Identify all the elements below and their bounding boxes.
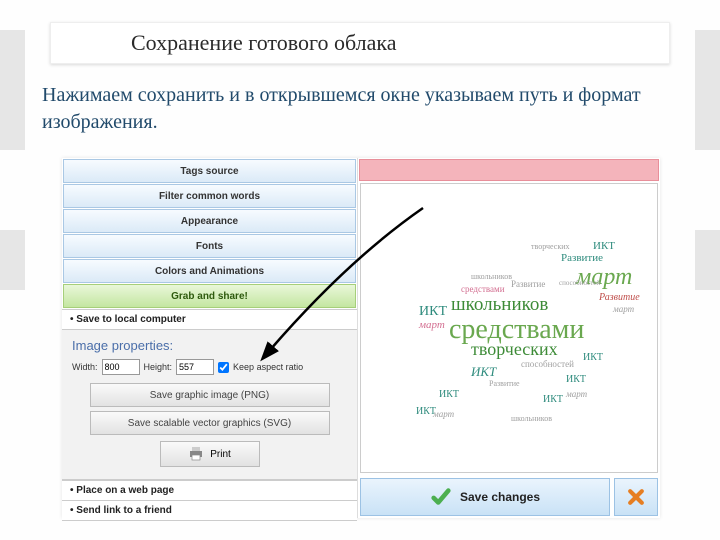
cloud-word: способностей (559, 279, 600, 287)
save-local-body: Image properties: Width: Height: Keep as… (62, 330, 357, 480)
cloud-word: ИКТ (543, 394, 563, 405)
app-screenshot: Tags source Filter common words Appearan… (62, 158, 660, 518)
section-save-local[interactable]: • Save to local computer (62, 309, 357, 330)
slide-title: Сохранение готового облака (50, 22, 670, 64)
accordion-appearance[interactable]: Appearance (63, 209, 356, 233)
section-place-web[interactable]: • Place on a web page (62, 480, 357, 501)
cloud-word: средствами (461, 284, 505, 294)
section-send-link[interactable]: • Send link to a friend (62, 501, 357, 521)
accordion-colors-animations[interactable]: Colors and Animations (63, 259, 356, 283)
accordion-filter-words[interactable]: Filter common words (63, 184, 356, 208)
cloud-word: ИКТ (471, 364, 496, 380)
cloud-word: Развитие (489, 379, 520, 388)
right-panel: средствамишкольниковтворческихмартРазвит… (358, 158, 660, 518)
cancel-button[interactable] (614, 478, 658, 516)
cloud-word: Развитие (561, 252, 603, 264)
accordion-grab-share[interactable]: Grab and share! (63, 284, 356, 308)
left-panel: Tags source Filter common words Appearan… (62, 158, 358, 518)
width-input[interactable] (102, 359, 140, 375)
deco-bar-right-2 (695, 230, 720, 290)
print-button[interactable]: Print (160, 441, 260, 467)
slide-instruction: Нажимаем сохранить и в открывшемся окне … (42, 82, 682, 136)
deco-bar-right-1 (695, 30, 720, 150)
print-label: Print (210, 449, 231, 460)
cloud-word: школьников (511, 414, 552, 423)
footer-row: Save changes (360, 478, 658, 516)
word-cloud-preview: средствамишкольниковтворческихмартРазвит… (360, 183, 658, 473)
save-changes-label: Save changes (460, 490, 540, 504)
height-input[interactable] (176, 359, 214, 375)
cloud-word: март (433, 409, 454, 419)
cloud-word: школьников (451, 294, 548, 316)
cloud-word: март (613, 304, 634, 314)
image-properties-label: Image properties: (72, 338, 347, 353)
cloud-word: способностей (521, 359, 574, 369)
preview-top-bar (359, 159, 659, 181)
accordion-fonts[interactable]: Fonts (63, 234, 356, 258)
accordion-tags-source[interactable]: Tags source (63, 159, 356, 183)
dimension-row: Width: Height: Keep aspect ratio (72, 359, 347, 375)
cloud-word: ИКТ (439, 389, 459, 400)
cloud-word: Развитие (599, 292, 640, 303)
close-icon (626, 487, 646, 507)
deco-bar-left-1 (0, 30, 25, 150)
width-label: Width: (72, 362, 98, 372)
cloud-word: март (419, 319, 445, 331)
save-png-button[interactable]: Save graphic image (PNG) (90, 383, 330, 407)
deco-bar-left-2 (0, 230, 25, 290)
printer-icon (188, 447, 204, 461)
checkmark-icon (430, 486, 452, 508)
cloud-word: март (566, 389, 587, 399)
cloud-word: ИКТ (593, 240, 615, 252)
save-changes-button[interactable]: Save changes (360, 478, 610, 516)
keep-aspect-label: Keep aspect ratio (233, 362, 303, 372)
height-label: Height: (144, 362, 173, 372)
cloud-word: ИКТ (419, 304, 447, 320)
cloud-word: ИКТ (566, 374, 586, 385)
cloud-word: творческих (531, 242, 570, 251)
cloud-word: ИКТ (583, 352, 603, 363)
cloud-word: творческих (471, 339, 558, 360)
cloud-word: школьников (471, 272, 512, 281)
save-svg-button[interactable]: Save scalable vector graphics (SVG) (90, 411, 330, 435)
keep-aspect-checkbox[interactable] (218, 362, 229, 373)
cloud-word: Развитие (511, 279, 545, 289)
